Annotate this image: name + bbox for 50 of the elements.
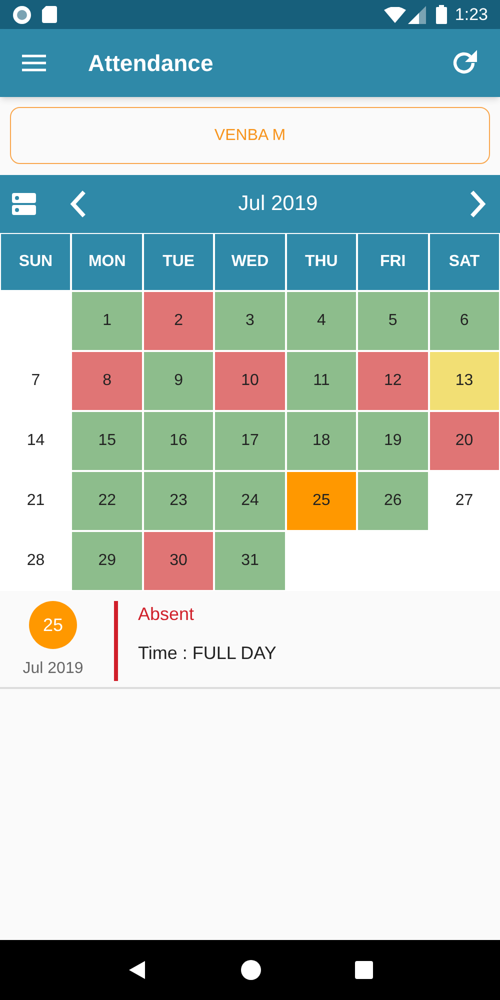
- battery-icon: [436, 5, 447, 24]
- day-cell[interactable]: 29: [71, 531, 143, 591]
- date-month: Jul 2019: [22, 659, 84, 679]
- weekday-header: TUE: [142, 233, 214, 291]
- day-cell[interactable]: 25: [286, 471, 358, 531]
- weekday-header: THU: [286, 233, 358, 291]
- chevron-right-icon[interactable]: [468, 189, 488, 219]
- status-text: Absent: [138, 603, 196, 626]
- day-cell[interactable]: 9: [142, 351, 214, 411]
- time-text: Time : FULL DAY: [138, 642, 276, 665]
- signal-icon: [408, 6, 426, 24]
- day-cell[interactable]: 13: [428, 351, 500, 411]
- day-cell[interactable]: 22: [71, 471, 143, 531]
- back-icon[interactable]: [127, 960, 147, 980]
- record-icon: [12, 4, 32, 24]
- menu-icon[interactable]: [22, 54, 46, 72]
- day-cell[interactable]: 4: [286, 291, 358, 351]
- weekday-header: WED: [214, 233, 286, 291]
- day-cell[interactable]: 15: [71, 411, 143, 471]
- app-title: Attendance: [88, 48, 214, 78]
- clock-time: 1:23: [454, 4, 488, 26]
- day-cell[interactable]: 23: [142, 471, 214, 531]
- day-cell[interactable]: 6: [428, 291, 500, 351]
- day-cell[interactable]: 16: [142, 411, 214, 471]
- weekday-header: SAT: [428, 233, 500, 291]
- day-cell[interactable]: 17: [214, 411, 286, 471]
- day-cell[interactable]: 11: [286, 351, 358, 411]
- day-cell[interactable]: 19: [357, 411, 429, 471]
- day-cell[interactable]: 26: [357, 471, 429, 531]
- day-cell[interactable]: 3: [214, 291, 286, 351]
- day-cell[interactable]: 8: [71, 351, 143, 411]
- day-cell[interactable]: 5: [357, 291, 429, 351]
- chevron-left-icon[interactable]: [68, 189, 88, 219]
- day-cell[interactable]: 12: [357, 351, 429, 411]
- list-view-icon[interactable]: [12, 192, 36, 216]
- day-cell[interactable]: 30: [142, 531, 214, 591]
- sd-card-icon: [42, 6, 57, 23]
- day-cell[interactable]: 1: [71, 291, 143, 351]
- day-cell[interactable]: 2: [142, 291, 214, 351]
- date-badge: 25: [29, 601, 77, 649]
- weekday-header: SUN: [0, 233, 72, 291]
- home-icon[interactable]: [241, 960, 261, 980]
- weekday-header: FRI: [357, 233, 429, 291]
- day-cell[interactable]: 10: [214, 351, 286, 411]
- month-label: Jul 2019: [237, 191, 319, 218]
- day-cell[interactable]: 18: [286, 411, 358, 471]
- day-cell[interactable]: 20: [428, 411, 500, 471]
- day-cell[interactable]: 31: [214, 531, 286, 591]
- day-cell[interactable]: 24: [214, 471, 286, 531]
- weekday-header: MON: [71, 233, 143, 291]
